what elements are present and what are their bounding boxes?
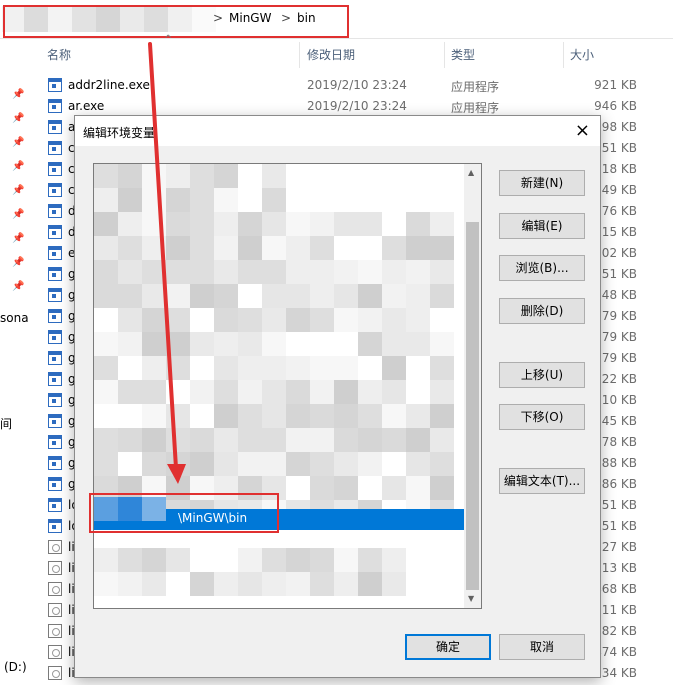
pin-icon: 📌 [12,137,25,148]
pin-icon: 📌 [12,161,25,172]
nav-item-label[interactable]: 间 [0,415,12,432]
nav-item-label[interactable]: sona [0,311,29,325]
delete-button[interactable]: 删除(D) [499,298,585,324]
vertical-scrollbar[interactable]: ▲ ▼ [464,164,481,608]
exe-file-icon [48,78,62,92]
file-date: 2019/2/10 23:24 [307,78,407,92]
edit-button[interactable]: 编辑(E) [499,213,585,239]
column-header-date[interactable]: 修改日期 [307,46,355,66]
pin-icon: 📌 [12,209,25,220]
exe-file-icon [48,204,62,218]
exe-file-icon [48,414,62,428]
pin-icon: 📌 [12,233,25,244]
file-date: 2019/2/10 23:24 [307,99,407,113]
dll-file-icon [48,666,62,680]
file-size: 946 KB [594,99,637,113]
dll-file-icon [48,645,62,659]
exe-file-icon [48,372,62,386]
file-size: 79 KB [601,351,637,365]
file-type: 应用程序 [451,101,500,115]
column-divider[interactable] [299,42,300,68]
exe-file-icon [48,330,62,344]
file-name: addr2line.exe [68,78,150,92]
path-list[interactable]: \MinGW\bin ▲ ▼ [93,163,482,609]
ok-button[interactable]: 确定 [405,634,491,660]
exe-file-icon [48,519,62,533]
browse-button[interactable]: 浏览(B)... [499,255,585,281]
file-size: 27 KB [601,540,637,554]
dialog-titlebar[interactable]: 编辑环境变量 × [75,116,600,146]
file-size: 79 KB [601,330,637,344]
new-button[interactable]: 新建(N) [499,170,585,196]
dll-file-icon [48,540,62,554]
move-down-button[interactable]: 下移(O) [499,404,585,430]
scrollbar-thumb[interactable] [466,222,479,590]
scroll-up-icon[interactable]: ▲ [468,168,474,177]
column-header-size[interactable]: 大小 [570,46,594,66]
file-size: 921 KB [594,78,637,92]
highlight-box-entry [89,493,279,533]
file-size: 79 KB [601,309,637,323]
column-divider[interactable] [563,42,564,68]
exe-file-icon [48,246,62,260]
exe-file-icon [48,351,62,365]
column-header-type[interactable]: 类型 [451,46,475,66]
column-header-name[interactable]: 名称 [47,46,71,66]
exe-file-icon [48,141,62,155]
pin-icon: 📌 [12,89,25,100]
exe-file-icon [48,477,62,491]
dll-file-icon [48,603,62,617]
pin-icon: 📌 [12,281,25,292]
exe-file-icon [48,267,62,281]
pin-icon: 📌 [12,257,25,268]
nav-item-drive[interactable]: (D:) [4,660,27,674]
exe-file-icon [48,120,62,134]
file-row[interactable]: addr2line.exe 2019/2/10 23:24 应用程序 921 KB [44,75,673,96]
scroll-down-icon[interactable]: ▼ [468,594,474,603]
edit-env-variable-dialog[interactable]: 编辑环境变量 × \MinGW\bin ▲ ▼ 新建(N) 编辑(E) 浏览(B… [74,115,601,678]
column-divider[interactable] [444,42,445,68]
file-type: 应用程序 [451,80,500,94]
exe-file-icon [48,393,62,407]
pin-icon: 📌 [12,185,25,196]
exe-file-icon [48,498,62,512]
move-up-button[interactable]: 上移(U) [499,362,585,388]
exe-file-icon [48,309,62,323]
edit-text-button[interactable]: 编辑文本(T)... [499,468,585,494]
dialog-title: 编辑环境变量 [83,126,156,140]
exe-file-icon [48,162,62,176]
exe-file-icon [48,99,62,113]
pin-icon: 📌 [12,113,25,124]
exe-file-icon [48,456,62,470]
exe-file-icon [48,225,62,239]
dll-file-icon [48,624,62,638]
close-icon[interactable]: × [575,120,590,141]
exe-file-icon [48,288,62,302]
dll-file-icon [48,582,62,596]
highlight-box-path [3,5,349,38]
sort-up-icon: ^ [164,34,173,45]
file-row[interactable]: ar.exe 2019/2/10 23:24 应用程序 946 KB [44,96,673,117]
file-name: ar.exe [68,99,105,113]
cancel-button[interactable]: 取消 [499,634,585,660]
exe-file-icon [48,435,62,449]
exe-file-icon [48,183,62,197]
navigation-pane[interactable]: 📌 📌 📌 📌 📌 📌 📌 📌 📌 sona 间 (D:) [0,68,36,685]
dll-file-icon [48,561,62,575]
